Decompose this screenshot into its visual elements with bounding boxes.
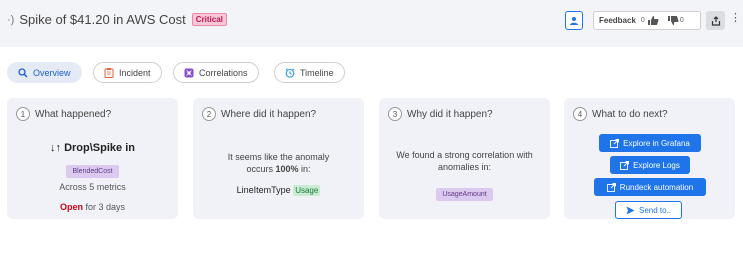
thumbs-down-count: 0 [679, 17, 684, 24]
thumbs-down-button[interactable]: 0 [667, 15, 684, 26]
card-title: What to do next? [592, 108, 668, 120]
thumbs-down-icon [667, 16, 679, 25]
action-label: Explore Logs [633, 160, 680, 170]
card-header: 1 What happened? [16, 107, 111, 121]
explore-logs-button[interactable]: Explore Logs [610, 156, 690, 174]
correlated-metric-chip[interactable]: UsageAmount [436, 188, 493, 201]
status-duration: for 3 days [85, 202, 126, 212]
feedback-label: Feedback [599, 16, 636, 25]
card-where-happened: 2 Where did it happen? It seems like the… [193, 98, 364, 219]
dimension-key: LineItemType [236, 185, 291, 195]
severity-badge: Critical [191, 13, 227, 26]
tab-incident[interactable]: Incident [93, 62, 162, 83]
correlation-text-line1: We found a strong correlation with [396, 150, 533, 160]
tab-label: Overview [33, 67, 71, 78]
graph-icon [184, 68, 194, 78]
step-number: 2 [202, 107, 216, 121]
action-label: Rundeck automation [619, 182, 694, 192]
more-options-icon[interactable]: ⋮ [730, 13, 741, 24]
metrics-count: Across 5 metrics [59, 182, 126, 192]
share-export-button[interactable] [706, 11, 725, 30]
correlation-text-line2: anomalies in: [437, 162, 492, 172]
thumbs-up-icon [647, 16, 659, 25]
anomaly-text-suffix: in: [301, 164, 311, 174]
status-open: Open [59, 202, 83, 212]
action-label: Explore in Grafana [623, 138, 690, 148]
external-link-icon [606, 182, 616, 192]
rundeck-automation-button[interactable]: Rundeck automation [594, 178, 706, 196]
card-title: Where did it happen? [221, 108, 317, 120]
tab-label: Timeline [300, 67, 334, 78]
anomaly-text-prefix: occurs [246, 164, 273, 174]
page-title: Spike of $41.20 in AWS Cost [19, 12, 186, 27]
dimension-line: LineItemType Usage [193, 185, 364, 196]
explore-grafana-button[interactable]: Explore in Grafana [599, 134, 701, 152]
clock-icon [285, 67, 295, 78]
external-link-icon [620, 160, 630, 170]
card-header: 2 Where did it happen? [202, 107, 316, 121]
card-why-happened: 3 Why did it happen? We found a strong c… [379, 98, 550, 219]
incident-header: ·) Spike of $41.20 in AWS Cost Critical … [0, 0, 743, 47]
tab-overview[interactable]: Overview [7, 62, 82, 83]
anomaly-percentage: 100% [275, 164, 299, 174]
step-number: 3 [388, 107, 402, 121]
external-link-icon [610, 138, 620, 148]
card-header: 3 Why did it happen? [388, 107, 493, 121]
thumbs-up-count: 0 [640, 17, 645, 24]
step-number: 4 [573, 107, 587, 121]
drop-spike-heading: ↓↑ Drop\Spike in [50, 142, 135, 154]
search-icon [18, 67, 28, 78]
anomaly-text-line1: It seems like the anomaly [227, 152, 330, 162]
clipboard-icon [104, 67, 114, 78]
tab-correlations[interactable]: Correlations [173, 62, 259, 83]
thumbs-up-button[interactable]: 0 [640, 15, 659, 26]
card-what-happened: 1 What happened? ↓↑ Drop\Spike in Blende… [7, 98, 178, 219]
header-title-group: ·) Spike of $41.20 in AWS Cost Critical [7, 12, 227, 27]
card-title: Why did it happen? [407, 108, 493, 120]
feedback-box: Feedback 0 0 [593, 11, 701, 30]
metric-chip: BlendedCost [66, 165, 119, 178]
tab-label: Incident [119, 67, 151, 78]
status-line: Open for 3 days [7, 202, 178, 212]
send-to-button[interactable]: Send to.. [615, 201, 682, 219]
tab-timeline[interactable]: Timeline [274, 62, 345, 83]
send-label: Send to.. [638, 205, 672, 215]
step-number: 1 [16, 107, 30, 121]
dimension-value-chip: Usage [293, 185, 321, 196]
card-header: 4 What to do next? [573, 107, 668, 121]
signal-icon: ·) [7, 13, 15, 26]
send-icon [626, 206, 635, 215]
anomaly-text-line2: occurs 100% in: [193, 164, 364, 174]
user-icon [570, 16, 578, 25]
assign-user-button[interactable] [565, 11, 583, 30]
tab-label: Correlations [199, 67, 248, 78]
card-title: What happened? [35, 108, 112, 120]
upload-icon [711, 15, 720, 26]
